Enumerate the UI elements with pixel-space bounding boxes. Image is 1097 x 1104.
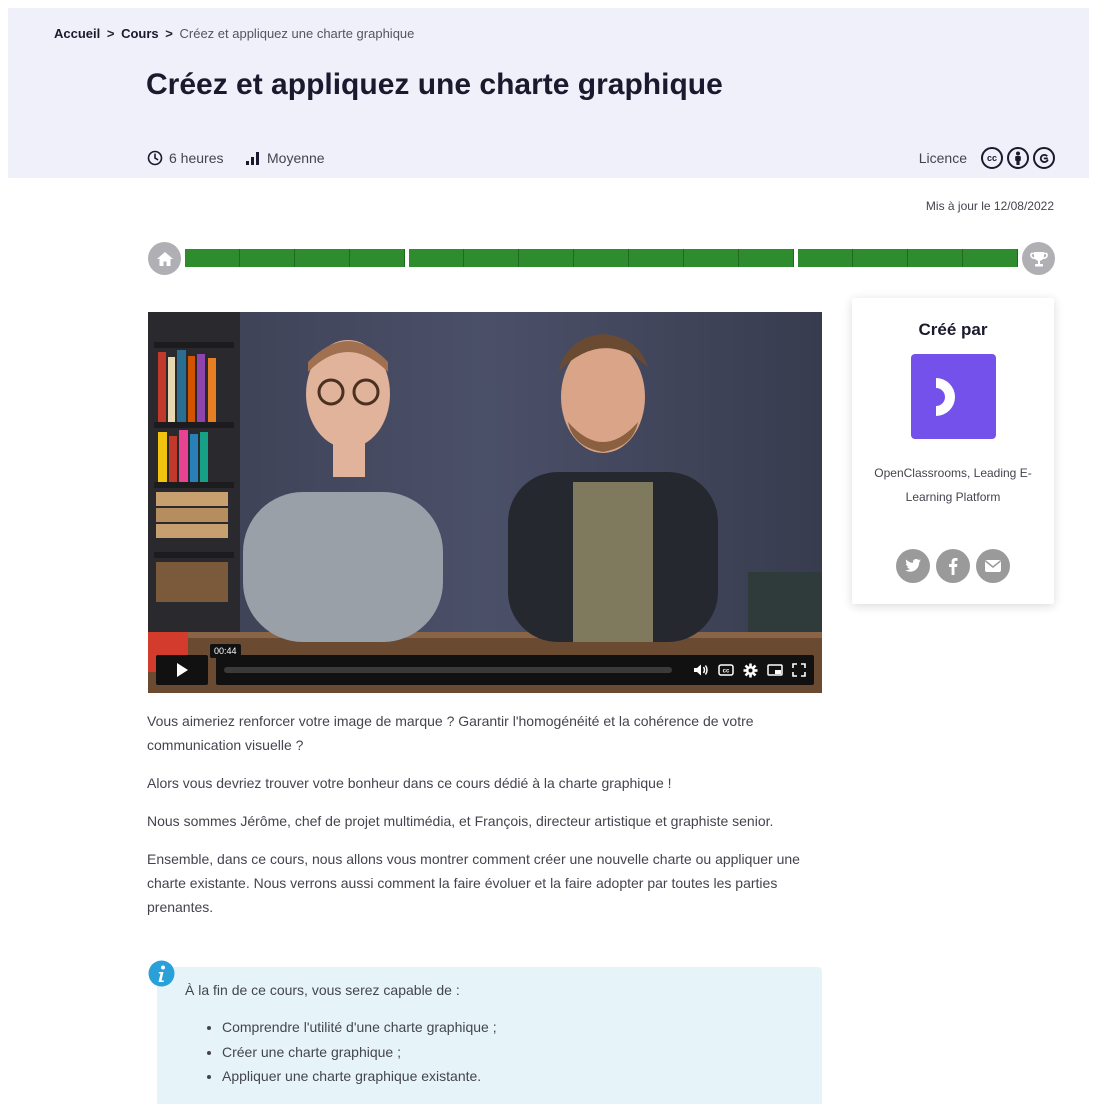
facebook-share-button[interactable] xyxy=(936,549,970,583)
intro-paragraph: Ensemble, dans ce cours, nous allons vou… xyxy=(147,851,800,915)
progress-segment[interactable] xyxy=(629,249,684,267)
play-icon xyxy=(177,663,188,677)
progress-segment[interactable] xyxy=(853,249,908,267)
settings-icon[interactable] xyxy=(743,663,758,678)
progress-segment[interactable] xyxy=(295,249,350,267)
breadcrumb-current: Créez et appliquez une charte graphique xyxy=(179,26,415,41)
video-frame xyxy=(148,312,822,693)
course-intro: Vous aimeriez renforcer votre image de m… xyxy=(147,709,822,933)
objectives-lead: À la fin de ce cours, vous serez capable… xyxy=(185,982,460,998)
progress-segment[interactable] xyxy=(350,249,405,267)
svg-text:cc: cc xyxy=(723,669,730,675)
email-share-button[interactable] xyxy=(976,549,1010,583)
breadcrumb-separator: > xyxy=(165,26,173,41)
video-control-bar: cc xyxy=(216,655,814,685)
openclassrooms-logo[interactable] xyxy=(910,354,996,439)
breadcrumb-home-link[interactable]: Accueil xyxy=(54,26,100,41)
breadcrumb: Accueil > Cours > Créez et appliquez une… xyxy=(54,26,414,41)
progress-segment[interactable] xyxy=(185,249,240,267)
progress-start[interactable] xyxy=(148,242,181,275)
progress-segment[interactable] xyxy=(739,249,794,267)
progress-segment[interactable] xyxy=(574,249,629,267)
progress-segment[interactable] xyxy=(409,249,464,267)
progress-track xyxy=(185,249,1018,267)
course-level: Moyenne xyxy=(245,150,325,166)
clock-icon xyxy=(147,150,163,166)
course-duration: 6 heures xyxy=(147,150,223,166)
progress-segment[interactable] xyxy=(240,249,295,267)
updated-date: Mis à jour le 12/08/2022 xyxy=(925,199,1054,213)
progress-segment[interactable] xyxy=(519,249,574,267)
fullscreen-icon[interactable] xyxy=(792,663,806,677)
home-icon xyxy=(156,251,173,266)
twitter-icon xyxy=(905,559,921,572)
progress-segment[interactable] xyxy=(464,249,519,267)
volume-icon[interactable] xyxy=(693,663,709,677)
list-item: Comprendre l'utilité d'une charte graphi… xyxy=(222,1015,497,1040)
captions-icon[interactable]: cc xyxy=(718,664,734,676)
openclassrooms-logo-icon xyxy=(936,377,956,416)
author-card: Créé par OpenClassrooms, Leading E-Learn… xyxy=(852,298,1054,604)
play-button[interactable] xyxy=(156,655,208,685)
level-text: Moyenne xyxy=(267,150,325,166)
progress-end[interactable] xyxy=(1022,242,1055,275)
creative-commons-icon[interactable]: cc xyxy=(981,147,1003,169)
breadcrumb-separator: > xyxy=(106,26,115,41)
twitter-share-button[interactable] xyxy=(896,549,930,583)
intro-paragraph: Alors vous devriez trouver votre bonheur… xyxy=(147,775,672,791)
objectives-box: À la fin de ce cours, vous serez capable… xyxy=(157,967,822,1104)
course-video[interactable]: 00:44 cc xyxy=(148,312,822,693)
author-name[interactable]: OpenClassrooms, Leading E-Learning Platf… xyxy=(852,461,1054,509)
picture-in-picture-icon[interactable] xyxy=(767,664,783,676)
video-controls: cc xyxy=(156,655,814,685)
email-icon xyxy=(985,560,1001,572)
share-buttons xyxy=(852,549,1054,583)
progress-segment[interactable] xyxy=(908,249,963,267)
licence: Licence cc xyxy=(919,147,1055,169)
progress-segment[interactable] xyxy=(798,249,853,267)
trophy-icon xyxy=(1029,251,1048,266)
facebook-icon xyxy=(949,558,958,575)
page-title: Créez et appliquez une charte graphique xyxy=(146,68,723,101)
progress-segment[interactable] xyxy=(963,249,1018,267)
list-item: Créer une charte graphique ; xyxy=(222,1040,497,1065)
progress-segment[interactable] xyxy=(684,249,739,267)
intro-paragraph: Nous sommes Jérôme, chef de projet multi… xyxy=(147,813,774,829)
info-icon xyxy=(148,960,175,987)
video-scrubber[interactable] xyxy=(224,667,672,673)
attribution-icon[interactable] xyxy=(1007,147,1029,169)
duration-text: 6 heures xyxy=(169,150,224,166)
objectives-list: Comprendre l'utilité d'une charte graphi… xyxy=(204,1015,497,1089)
intro-paragraph: Vous aimeriez renforcer votre image de m… xyxy=(147,713,754,753)
difficulty-bars-icon xyxy=(246,152,259,165)
course-progress xyxy=(148,242,1055,275)
licence-label: Licence xyxy=(918,150,967,166)
list-item: Appliquer une charte graphique existante… xyxy=(222,1064,497,1089)
no-derivatives-icon[interactable] xyxy=(1033,147,1055,169)
author-heading: Créé par xyxy=(918,320,988,339)
breadcrumb-courses-link[interactable]: Cours xyxy=(121,26,159,41)
